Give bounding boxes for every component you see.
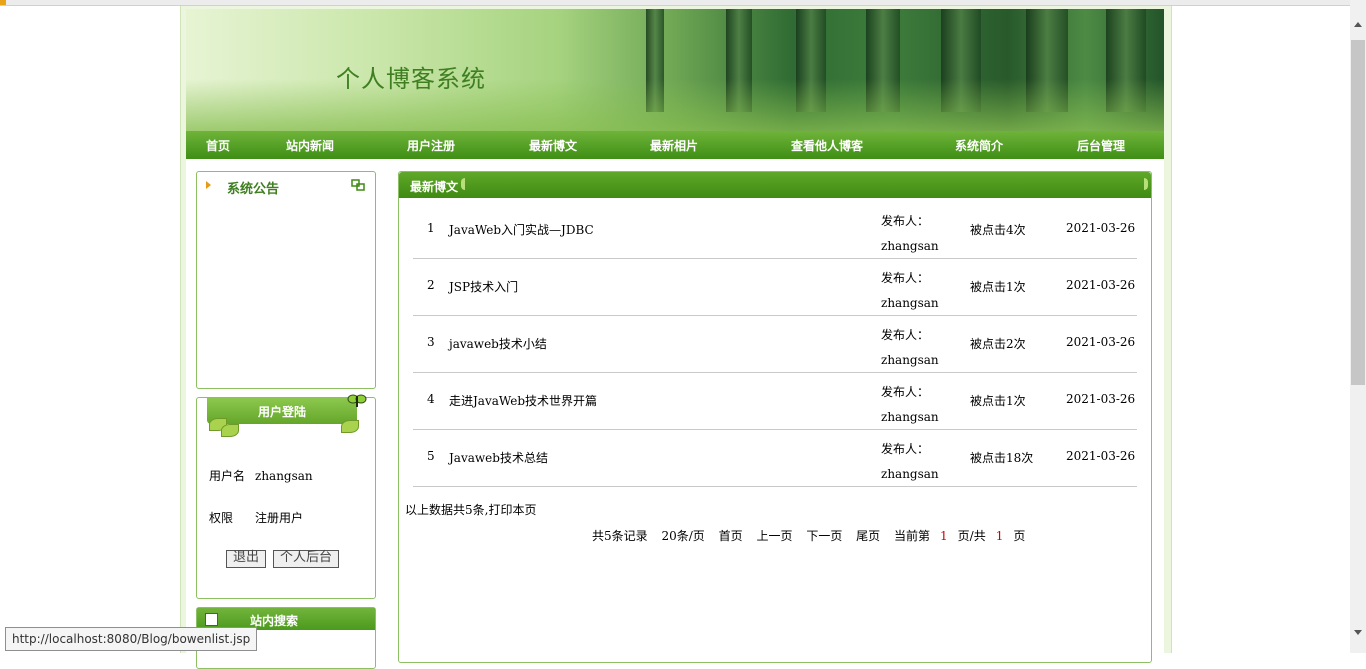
tab-ornament-icon (461, 178, 465, 190)
personal-admin-button[interactable]: 个人后台 (273, 550, 340, 568)
site-title: 个人博客系统 (336, 65, 486, 93)
latest-posts-header: 最新博文 (399, 172, 1151, 198)
table-row: 1 JavaWeb入门实战—JDBC 发布人： zhangsan 被点击4次 20… (413, 202, 1137, 259)
publisher-label: 发布人： (881, 328, 930, 342)
pager-total-pages: 1 (995, 529, 1004, 543)
publisher-label: 发布人： (881, 271, 930, 285)
publisher: 发布人： zhangsan (881, 266, 939, 316)
leaf-icon (221, 424, 239, 437)
browser-status-url: http://localhost:8080/Blog/bowenlist.jsp (5, 627, 258, 651)
publisher-label: 发布人： (881, 214, 930, 228)
nav-item-register[interactable]: 用户注册 (407, 137, 455, 154)
nav-item-about[interactable]: 系统简介 (955, 137, 1003, 154)
post-date: 2021-03-26 (1066, 449, 1136, 463)
pagination: 共5条记录 20条/页 首页 上一页 下一页 尾页 当前第 1 页/共 1 页 (592, 527, 1035, 544)
publisher: 发布人： zhangsan (881, 209, 939, 259)
latest-posts-title: 最新博文 (410, 180, 459, 194)
post-title-link[interactable]: Javaweb技术总结 (449, 449, 548, 466)
pager-current-prefix: 当前第 (894, 529, 931, 543)
favicon-icon (0, 0, 6, 5)
role-label: 权限 (209, 511, 234, 525)
pager-first-link[interactable]: 首页 (719, 529, 743, 543)
pager-current-page: 1 (940, 529, 948, 543)
leaf-icon (341, 420, 359, 433)
row-number: 2 (427, 278, 435, 292)
more-icon[interactable] (351, 179, 365, 191)
pager-per-page: 20条/页 (661, 529, 705, 543)
publisher: 发布人： zhangsan (881, 380, 939, 430)
publisher: 发布人： zhangsan (881, 323, 939, 373)
butterfly-icon (347, 394, 367, 407)
notice-box: 系统公告 (196, 171, 376, 389)
post-date: 2021-03-26 (1066, 335, 1136, 349)
nav-item-admin[interactable]: 后台管理 (1077, 137, 1125, 154)
row-number: 3 (427, 335, 435, 349)
row-number: 4 (427, 392, 435, 406)
scroll-down-icon[interactable] (1354, 630, 1362, 635)
login-title: 用户登陆 (257, 405, 306, 419)
pager-current: 当前第 1 页/共 1 页 (894, 529, 1035, 543)
logout-button[interactable]: 退出 (226, 550, 267, 568)
grid-icon (205, 613, 218, 626)
role-row: 权限 注册用户 (209, 509, 303, 526)
publisher-name: zhangsan (881, 296, 939, 310)
username-label: 用户名 (209, 469, 246, 483)
post-title-link[interactable]: JSP技术入门 (449, 278, 518, 295)
publisher-name: zhangsan (881, 239, 939, 253)
notice-title: 系统公告 (227, 182, 280, 197)
publisher-name: zhangsan (881, 467, 939, 481)
table-row: 3 javaweb技术小结 发布人： zhangsan 被点击2次 2021-03… (413, 316, 1137, 373)
click-count: 被点击2次 (970, 337, 1026, 351)
post-title-link[interactable]: 走进JavaWeb技术世界开篇 (449, 392, 597, 409)
post-title-link[interactable]: javaweb技术小结 (449, 335, 547, 352)
page-scrollbar[interactable] (1350, 0, 1366, 653)
post-date: 2021-03-26 (1066, 221, 1136, 235)
table-row: 5 Javaweb技术总结 发布人： zhangsan 被点击18次 2021-0… (413, 430, 1137, 487)
post-date: 2021-03-26 (1066, 392, 1136, 406)
click-count: 被点击18次 (970, 451, 1034, 465)
pager-prev-link[interactable]: 上一页 (756, 529, 792, 543)
nav-item-view-others[interactable]: 查看他人博客 (791, 137, 863, 154)
nav-item-latest-posts[interactable]: 最新博文 (529, 137, 577, 154)
login-box: 用户登陆 用户名 zhangsan 权限 注册用户 退出 个人后台 (196, 394, 376, 599)
click-count: 被点击4次 (970, 223, 1026, 237)
nav-item-latest-photos[interactable]: 最新相片 (650, 137, 698, 154)
pager-next-link[interactable]: 下一页 (806, 529, 842, 543)
scroll-thumb[interactable] (1351, 40, 1365, 385)
pager-total: 共5条记录 (592, 529, 648, 543)
username-row: 用户名 zhangsan (209, 467, 313, 484)
table-row: 4 走进JavaWeb技术世界开篇 发布人： zhangsan 被点击1次 202… (413, 373, 1137, 430)
publisher: 发布人： zhangsan (881, 437, 939, 487)
click-count: 被点击1次 (970, 394, 1026, 408)
row-number: 5 (427, 449, 435, 463)
row-number: 1 (427, 221, 435, 235)
pager-current-mid: 页/共 (957, 529, 986, 543)
latest-posts-box: 最新博文 1 JavaWeb入门实战—JDBC 发布人： zhangsan 被点击… (398, 171, 1152, 663)
login-header: 用户登陆 (207, 398, 357, 424)
page-container: 个人博客系统 首页 站内新闻 用户注册 最新博文 最新相片 查看他人博客 系统简… (180, 6, 1172, 669)
publisher-label: 发布人： (881, 442, 930, 456)
publisher-label: 发布人： (881, 385, 930, 399)
role-value: 注册用户 (255, 511, 304, 525)
header-banner: 个人博客系统 (186, 9, 1164, 134)
scroll-up-icon[interactable] (1354, 22, 1362, 27)
nav-item-home[interactable]: 首页 (206, 137, 230, 154)
content-area: 系统公告 用户登陆 用户名 zhangsan 权限 注册用户 退出 个人后台 站… (186, 159, 1164, 669)
records-summary: 以上数据共5条,打印本页 (405, 503, 537, 517)
publisher-name: zhangsan (881, 353, 939, 367)
table-row: 2 JSP技术入门 发布人： zhangsan 被点击1次 2021-03-26 (413, 259, 1137, 316)
arrow-right-icon (206, 181, 211, 189)
pager-current-suffix: 页 (1013, 529, 1026, 543)
nav-item-news[interactable]: 站内新闻 (286, 137, 334, 154)
post-date: 2021-03-26 (1066, 278, 1136, 292)
username-value: zhangsan (255, 469, 313, 483)
pager-last-link[interactable]: 尾页 (856, 529, 880, 543)
banner-grass (186, 79, 1164, 134)
post-title-link[interactable]: JavaWeb入门实战—JDBC (449, 221, 594, 238)
publisher-name: zhangsan (881, 410, 939, 424)
click-count: 被点击1次 (970, 280, 1026, 294)
main-nav: 首页 站内新闻 用户注册 最新博文 最新相片 查看他人博客 系统简介 后台管理 (186, 131, 1164, 159)
tab-ornament-icon (1144, 178, 1148, 190)
